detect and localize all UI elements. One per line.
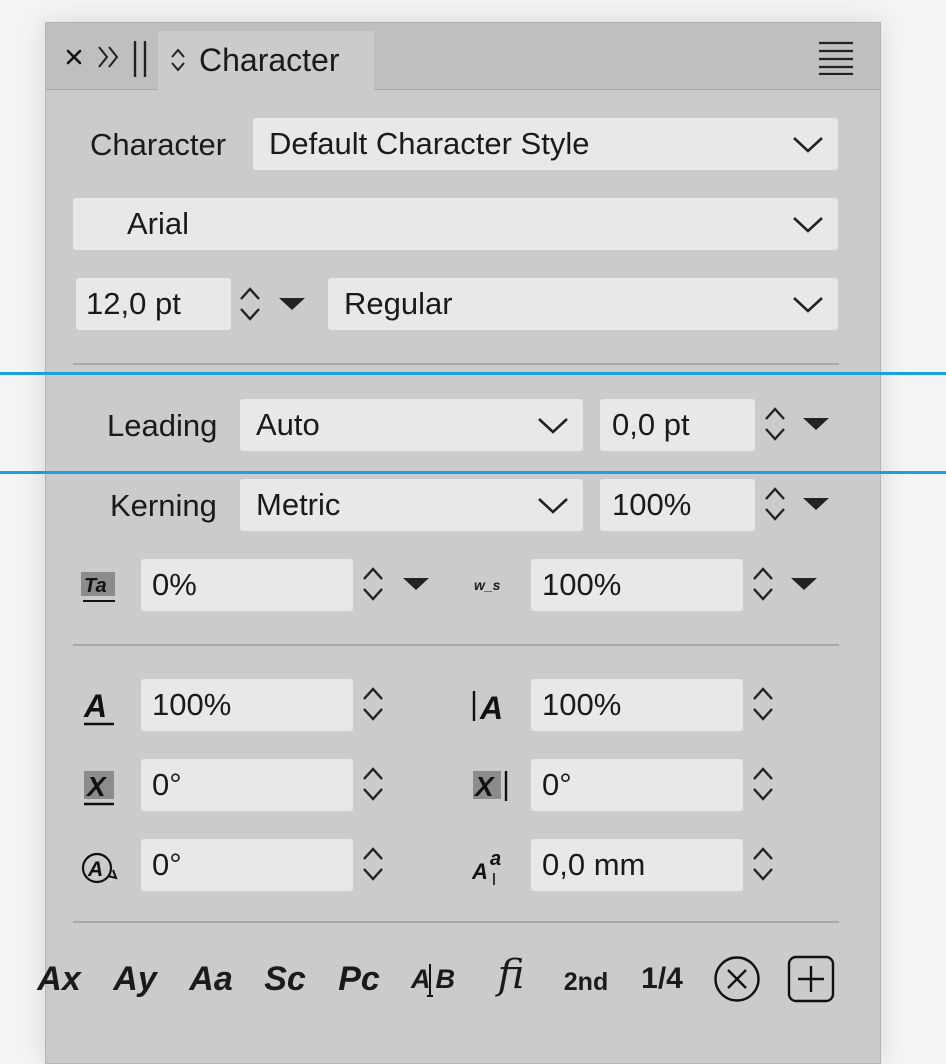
rotation-value: 0°: [152, 847, 182, 882]
horizontal-scale-icon: A: [83, 688, 114, 726]
tracking-value: 0%: [152, 567, 197, 602]
ascenders-button[interactable]: Ay: [106, 949, 164, 1009]
svg-text:A: A: [83, 688, 107, 724]
title-case-button[interactable]: Aa: [182, 949, 240, 1009]
tab-character[interactable]: Character: [158, 31, 374, 90]
tracking-icon: Ta: [81, 572, 115, 602]
guide-line-bottom: [0, 471, 946, 474]
ligature-joiner-icon: [427, 964, 433, 997]
tracking-field[interactable]: 0%: [141, 559, 353, 611]
chevron-down-icon: [793, 297, 823, 313]
fraction-button[interactable]: 1/4: [634, 949, 690, 1009]
rotation-field[interactable]: 0°: [141, 839, 353, 891]
panel-menu-icon[interactable]: [818, 41, 854, 75]
kerning-value: 100%: [612, 487, 692, 522]
dropdown-triangle-icon[interactable]: [802, 497, 830, 511]
divider: [73, 644, 839, 646]
dropdown-triangle-icon[interactable]: [790, 577, 818, 591]
character-style-label: Character: [90, 127, 227, 162]
collapse-chevrons-icon[interactable]: [96, 43, 122, 71]
character-panel: Character Character Default Character St…: [37, 22, 881, 1064]
chevron-down-icon: [538, 498, 568, 514]
word-spacing-icon: w_s: [474, 577, 501, 593]
svg-text:A: A: [471, 859, 488, 884]
leading-value: 0,0 pt: [612, 407, 690, 442]
clear-formatting-icon[interactable]: [713, 955, 761, 1003]
stepper-icon[interactable]: [751, 685, 775, 723]
divider: [73, 921, 839, 923]
kerning-mode-dropdown[interactable]: Metric: [240, 479, 583, 531]
stepper-icon[interactable]: [361, 765, 385, 803]
font-family-dropdown[interactable]: Arial: [73, 198, 838, 250]
stepper-icon[interactable]: [751, 765, 775, 803]
stepper-icon[interactable]: [751, 565, 775, 603]
ordinal-button[interactable]: 2nd: [558, 952, 614, 1012]
horizontal-skew-field[interactable]: 0°: [141, 759, 353, 811]
horizontal-scale-field[interactable]: 100%: [141, 679, 353, 731]
add-style-icon[interactable]: [787, 955, 835, 1003]
chevron-down-icon: [793, 217, 823, 233]
character-style-dropdown[interactable]: Default Character Style: [253, 118, 838, 170]
svg-text:X: X: [85, 771, 108, 802]
ligature-ab-button[interactable]: AB: [409, 957, 465, 1003]
svg-text:a: a: [490, 848, 501, 870]
baseline-shift-value: 0,0 mm: [542, 847, 646, 882]
stepper-icon[interactable]: [361, 565, 385, 603]
vertical-scale-icon: A: [472, 690, 503, 726]
dropdown-triangle-icon[interactable]: [402, 577, 430, 591]
baseline-shift-icon: Aa: [471, 848, 501, 885]
leading-value-field[interactable]: 0,0 pt: [600, 399, 755, 451]
divider: [73, 363, 839, 365]
baseline-shift-field[interactable]: 0,0 mm: [531, 839, 743, 891]
leading-label: Leading: [107, 408, 218, 443]
horizontal-skew-value: 0°: [152, 767, 182, 802]
dropdown-triangle-icon[interactable]: [802, 417, 830, 431]
stepper-icon[interactable]: [763, 405, 787, 443]
character-style-value: Default Character Style: [269, 126, 590, 161]
panel-tab-bar: Character: [46, 23, 880, 90]
svg-text:Ta: Ta: [84, 575, 107, 597]
chevron-down-icon: [538, 418, 568, 434]
petite-caps-button[interactable]: Pc: [330, 949, 388, 1009]
close-icon[interactable]: [64, 47, 84, 67]
ligature-fi-button[interactable]: fi: [486, 945, 536, 1005]
svg-text:X: X: [473, 771, 496, 802]
chevron-down-icon: [793, 137, 823, 153]
horizontal-scale-value: 100%: [152, 687, 232, 722]
stepper-icon[interactable]: [751, 845, 775, 883]
stepper-icon[interactable]: [763, 485, 787, 523]
font-weight-dropdown[interactable]: Regular: [328, 278, 838, 330]
vertical-skew-value: 0°: [542, 767, 572, 802]
stepper-icon[interactable]: [238, 285, 262, 323]
all-caps-button[interactable]: Ax: [30, 949, 88, 1009]
kerning-value-field[interactable]: 100%: [600, 479, 755, 531]
leading-mode-value: Auto: [256, 407, 320, 442]
kerning-label: Kerning: [110, 488, 217, 523]
horizontal-skew-icon: X: [84, 771, 114, 806]
small-caps-button[interactable]: Sc: [256, 949, 314, 1009]
stepper-icon[interactable]: [361, 685, 385, 723]
font-weight-value: Regular: [344, 286, 453, 321]
font-family-value: Arial: [127, 206, 190, 241]
font-size-field[interactable]: 12,0 pt: [76, 278, 231, 330]
vertical-scale-field[interactable]: 100%: [531, 679, 743, 731]
dropdown-triangle-icon[interactable]: [278, 297, 306, 311]
word-spacing-value: 100%: [542, 567, 622, 602]
vertical-skew-icon: X: [473, 771, 508, 802]
svg-text:A: A: [87, 858, 103, 881]
expand-collapse-icon: [171, 48, 185, 72]
drag-handle-icon[interactable]: [130, 39, 150, 79]
svg-text:A: A: [479, 690, 503, 726]
stepper-icon[interactable]: [361, 845, 385, 883]
kerning-mode-value: Metric: [256, 487, 341, 522]
vertical-scale-value: 100%: [542, 687, 622, 722]
font-size-value: 12,0 pt: [86, 286, 181, 321]
tab-title: Character: [199, 42, 340, 78]
rotation-icon: A: [81, 852, 118, 884]
leading-mode-dropdown[interactable]: Auto: [240, 399, 583, 451]
ligature-ab-label: AB: [411, 964, 460, 994]
vertical-skew-field[interactable]: 0°: [531, 759, 743, 811]
word-spacing-field[interactable]: 100%: [531, 559, 743, 611]
guide-line-top: [0, 372, 946, 375]
